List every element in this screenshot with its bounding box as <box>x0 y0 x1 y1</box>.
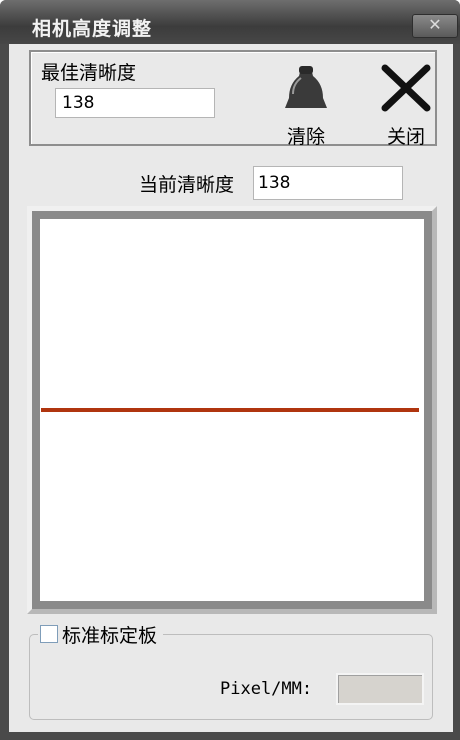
x-icon <box>381 64 431 112</box>
pixel-mm-label: Pixel/MM: <box>220 679 313 699</box>
client-area: 最佳清晰度 138 清除 关闭 当前清晰度 138 标准标定板 Pixel/MM… <box>9 44 453 732</box>
camera-height-window: 相机高度调整 ✕ 最佳清晰度 138 清除 关闭 当前清晰度 138 标准标定板… <box>0 0 460 740</box>
calibration-group: 标准标定板 Pixel/MM: <box>29 621 433 720</box>
best-clarity-label: 最佳清晰度 <box>41 62 137 84</box>
standard-board-label: 标准标定板 <box>62 624 158 647</box>
calibration-legend: 标准标定板 <box>38 621 164 647</box>
best-clarity-group: 最佳清晰度 138 清除 关闭 <box>29 50 437 148</box>
current-clarity-field[interactable]: 138 <box>253 166 403 200</box>
close-button[interactable]: 关闭 <box>371 60 441 148</box>
standard-board-checkbox[interactable] <box>40 625 58 643</box>
window-title: 相机高度调整 <box>32 18 153 40</box>
clear-label: 清除 <box>286 126 325 148</box>
close-label: 关闭 <box>386 126 425 148</box>
title-bar[interactable]: 相机高度调整 ✕ <box>0 0 460 44</box>
close-x-icon: ✕ <box>428 15 442 34</box>
clear-button[interactable]: 清除 <box>271 60 341 148</box>
window-close-button[interactable]: ✕ <box>412 14 458 38</box>
current-clarity-label: 当前清晰度 <box>139 174 235 196</box>
bell-icon <box>285 66 327 108</box>
best-clarity-field[interactable]: 138 <box>55 88 215 118</box>
clarity-plot <box>27 206 437 614</box>
pixel-mm-field[interactable] <box>336 673 424 705</box>
